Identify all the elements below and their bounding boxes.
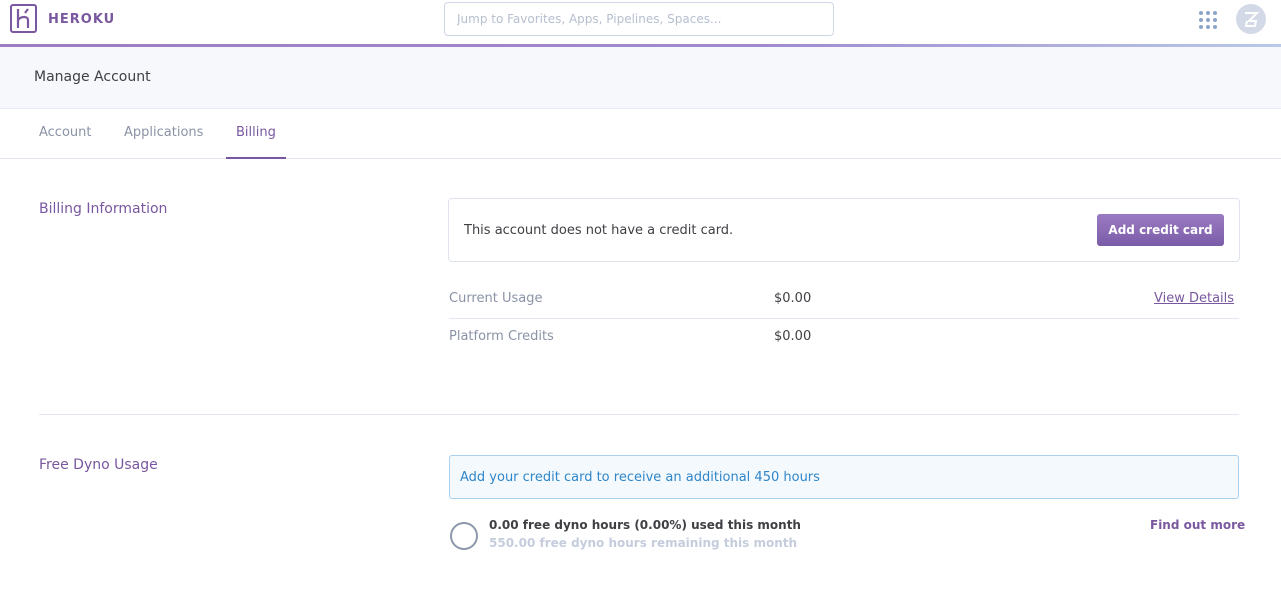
current-usage-label: Current Usage xyxy=(449,291,543,306)
brand-name[interactable]: HEROKU xyxy=(48,12,115,27)
info-banner-text: Add your credit card to receive an addit… xyxy=(460,470,820,485)
tab-applications[interactable]: Applications xyxy=(124,125,203,140)
dyno-usage-ring-icon xyxy=(450,522,478,550)
apps-grid-icon[interactable] xyxy=(1199,11,1217,29)
active-tab-indicator xyxy=(226,157,286,159)
dyno-hours-used: 0.00 free dyno hours (0.00%) used this m… xyxy=(489,518,801,532)
dyno-hours-remaining: 550.00 free dyno hours remaining this mo… xyxy=(489,536,798,550)
section-divider xyxy=(39,414,1239,415)
tab-bar: Account Applications Billing xyxy=(0,109,1281,159)
current-usage-value: $0.00 xyxy=(774,291,812,306)
no-credit-card-message: This account does not have a credit card… xyxy=(464,223,734,238)
tab-billing[interactable]: Billing xyxy=(236,125,276,140)
user-avatar-icon xyxy=(1244,12,1260,27)
add-credit-card-button[interactable]: Add credit card xyxy=(1097,214,1224,246)
avatar[interactable] xyxy=(1236,4,1266,34)
view-details-link[interactable]: View Details xyxy=(1154,291,1234,306)
page-title: Manage Account xyxy=(34,69,151,85)
page-header: Manage Account xyxy=(0,47,1281,109)
billing-section-title: Billing Information xyxy=(39,201,168,217)
platform-credits-label: Platform Credits xyxy=(449,329,554,344)
add-card-info-banner: Add your credit card to receive an addit… xyxy=(449,455,1239,499)
top-nav: HEROKU xyxy=(0,0,1281,44)
find-out-more-link[interactable]: Find out more xyxy=(1150,518,1245,532)
tab-account[interactable]: Account xyxy=(39,125,92,140)
search-input[interactable] xyxy=(444,2,834,36)
platform-credits-value: $0.00 xyxy=(774,329,812,344)
credit-card-panel: This account does not have a credit card… xyxy=(448,198,1240,262)
row-divider xyxy=(449,318,1239,319)
heroku-logo-icon[interactable] xyxy=(10,4,37,33)
dyno-section-title: Free Dyno Usage xyxy=(39,457,158,473)
